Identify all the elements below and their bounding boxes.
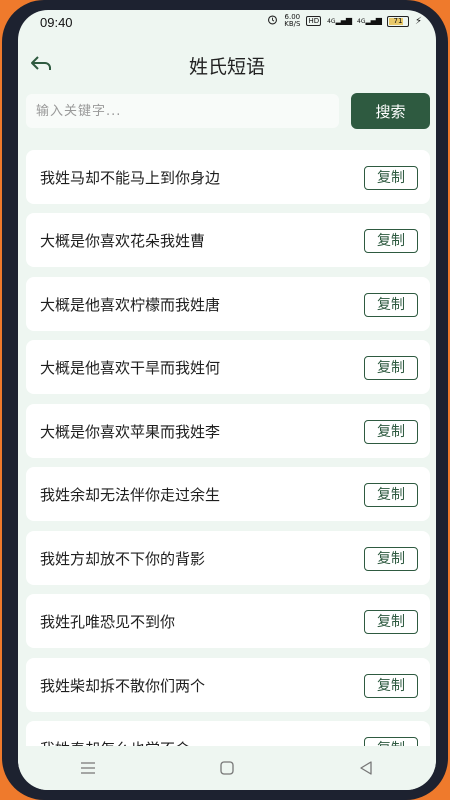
- phrase-text: 大概是你喜欢花朵我姓曹: [40, 232, 206, 250]
- copy-button[interactable]: 复制: [364, 674, 418, 698]
- copy-button[interactable]: 复制: [364, 737, 418, 746]
- signal-icon-1: 4G▂▄▆: [327, 16, 352, 25]
- network-type-1: 4G: [327, 18, 336, 25]
- list-item: 大概是你喜欢花朵我姓曹 复制: [26, 213, 430, 267]
- triangle-back-icon: [360, 761, 372, 775]
- list-item: 大概是他喜欢柠檬而我姓唐 复制: [26, 277, 430, 331]
- copy-button[interactable]: 复制: [364, 420, 418, 444]
- battery-level: 71: [393, 16, 403, 25]
- status-icons: 6.00 KB/S HD 4G▂▄▆ 4G▂▄▆ 71 ⚡: [267, 14, 422, 28]
- copy-button[interactable]: 复制: [364, 229, 418, 253]
- hd-badge: HD: [306, 16, 322, 26]
- search-button[interactable]: 搜索: [351, 93, 430, 129]
- system-nav-bar: [18, 746, 436, 790]
- phrase-text: 我姓方却放不下你的背影: [40, 550, 206, 568]
- list-item: 我姓孔唯恐见不到你 复制: [26, 594, 430, 648]
- copy-button[interactable]: 复制: [364, 547, 418, 571]
- copy-button[interactable]: 复制: [364, 293, 418, 317]
- search-input[interactable]: [26, 94, 339, 128]
- phrase-list: 我姓马却不能马上到你身边 复制 大概是你喜欢花朵我姓曹 复制 大概是他喜欢柠檬而…: [26, 150, 430, 746]
- list-item: 我姓余却无法伴你走过余生 复制: [26, 467, 430, 521]
- menu-button[interactable]: [68, 753, 108, 783]
- phrase-text: 大概是他喜欢干旱而我姓何: [40, 359, 221, 377]
- page-title: 姓氏短语: [188, 56, 265, 78]
- copy-button[interactable]: 复制: [364, 483, 418, 507]
- menu-icon: [80, 762, 95, 774]
- list-item: 我姓马却不能马上到你身边 复制: [26, 150, 430, 204]
- phone-frame: 09:40 6.00 KB/S HD 4G▂▄▆ 4G▂▄▆ 71 ⚡ 姓氏短语…: [2, 0, 448, 800]
- charging-icon: ⚡: [414, 15, 422, 27]
- screen: 09:40 6.00 KB/S HD 4G▂▄▆ 4G▂▄▆ 71 ⚡ 姓氏短语…: [18, 10, 436, 790]
- alarm-icon: [267, 14, 278, 28]
- copy-button[interactable]: 复制: [364, 610, 418, 634]
- status-bar: 09:40 6.00 KB/S HD 4G▂▄▆ 4G▂▄▆ 71 ⚡: [18, 10, 436, 36]
- phrase-text: 我姓余却无法伴你走过余生: [40, 486, 221, 504]
- phrase-text: 我姓秦却怎么也学不会: [40, 738, 190, 746]
- copy-button[interactable]: 复制: [364, 356, 418, 380]
- network-type-2: 4G: [357, 18, 366, 25]
- speed-unit: KB/S: [284, 20, 301, 28]
- home-button[interactable]: [207, 753, 247, 783]
- copy-button[interactable]: 复制: [364, 166, 418, 190]
- list-item: 大概是你喜欢苹果而我姓李 复制: [26, 404, 430, 458]
- list-item: 我姓方却放不下你的背影 复制: [26, 531, 430, 585]
- battery-icon: 71: [386, 15, 409, 27]
- search-row: 搜索: [26, 92, 430, 132]
- network-speed: 6.00 KB/S: [284, 14, 300, 28]
- phrase-text: 我姓柴却拆不散你们两个: [40, 677, 206, 695]
- phrase-text: 我姓孔唯恐见不到你: [40, 613, 176, 631]
- system-back-button[interactable]: [346, 753, 386, 783]
- phrase-text: 大概是他喜欢柠檬而我姓唐: [40, 296, 221, 314]
- home-icon: [220, 761, 234, 775]
- list-item: 我姓柴却拆不散你们两个 复制: [26, 658, 430, 712]
- signal-icon-2: 4G▂▄▆: [357, 16, 382, 25]
- header: 姓氏短语: [18, 46, 436, 86]
- phrase-text: 大概是你喜欢苹果而我姓李: [40, 423, 221, 441]
- list-item: 我姓秦却怎么也学不会 复制: [26, 721, 430, 746]
- list-item: 大概是他喜欢干旱而我姓何 复制: [26, 340, 430, 394]
- phrase-text: 我姓马却不能马上到你身边: [40, 169, 221, 187]
- status-time: 09:40: [40, 15, 73, 30]
